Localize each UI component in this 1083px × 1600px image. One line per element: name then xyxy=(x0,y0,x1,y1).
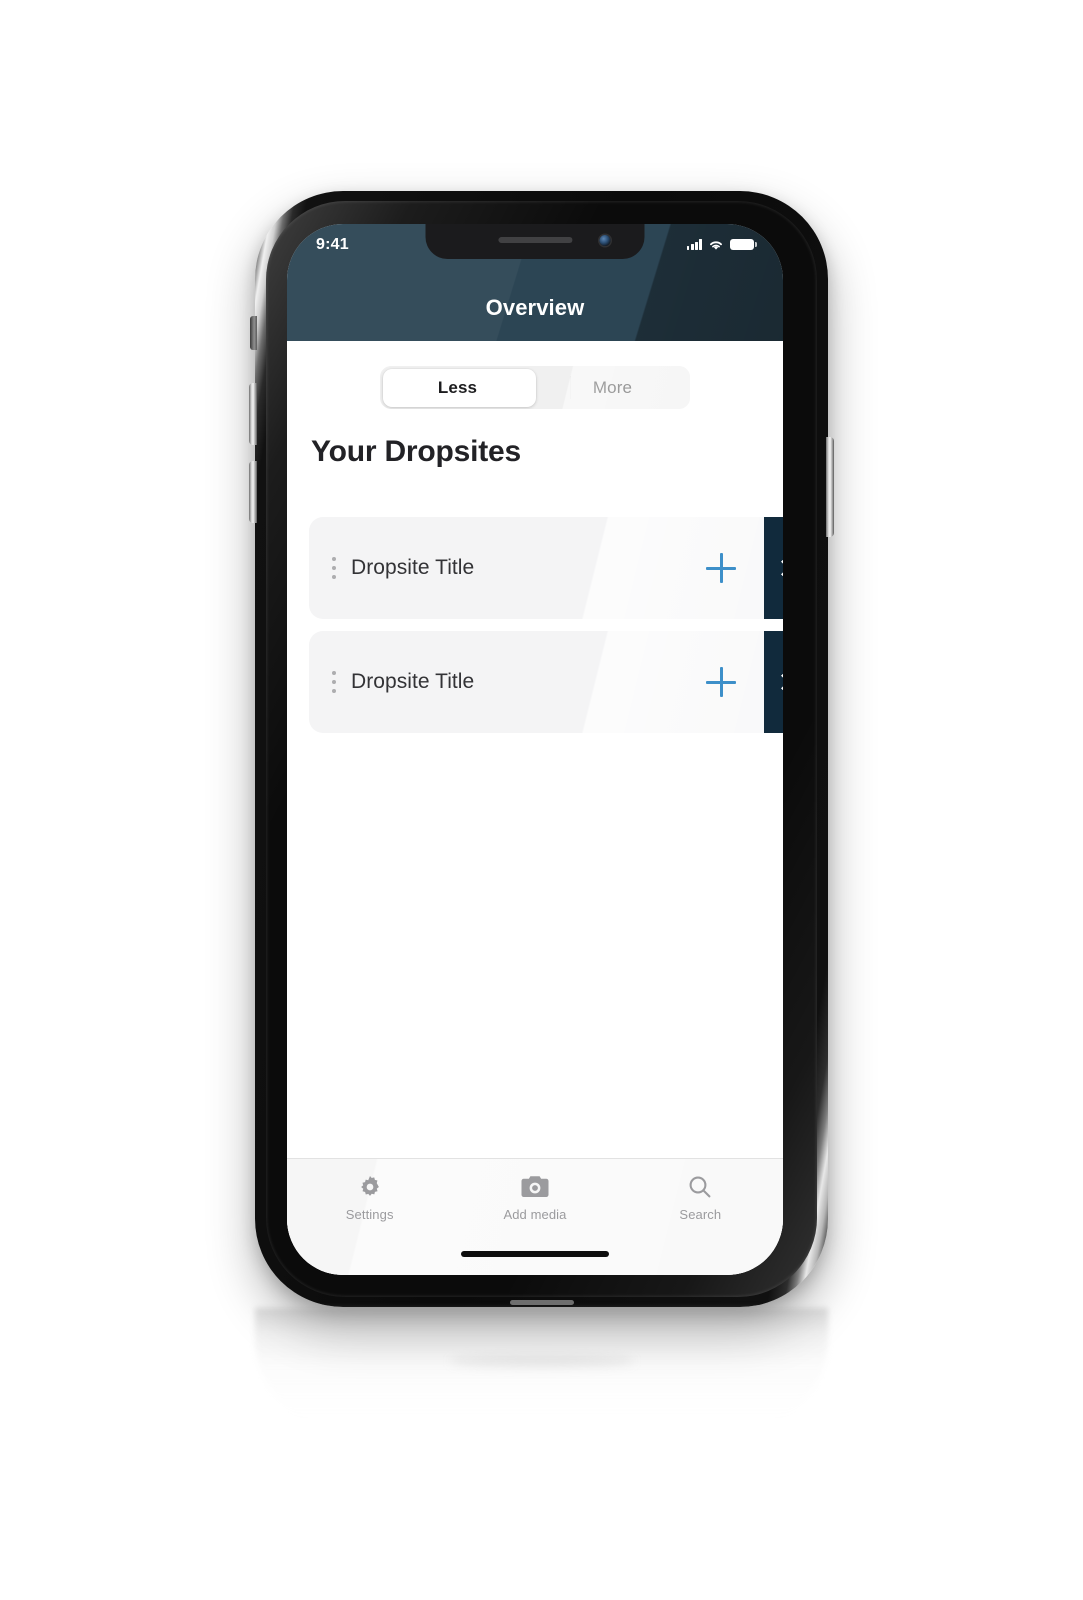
power-button[interactable] xyxy=(826,437,834,537)
phone-notch xyxy=(425,224,645,259)
status-bar-time: 9:41 xyxy=(316,235,349,253)
camera-icon xyxy=(521,1176,549,1197)
bottom-speaker-grille xyxy=(509,1300,574,1305)
phone-screen: 9:41 Overview Less More Your Dropsites D… xyxy=(287,224,783,1275)
drag-handle-dots-icon[interactable] xyxy=(317,670,351,694)
dropsite-open-button[interactable] xyxy=(764,517,783,619)
plus-icon[interactable] xyxy=(706,553,736,583)
search-icon xyxy=(689,1176,711,1198)
tab-label: Settings xyxy=(345,1207,394,1222)
tab-label: Search xyxy=(679,1207,722,1222)
status-bar-icons xyxy=(686,238,757,251)
dropsite-title: Dropsite Title xyxy=(351,556,475,579)
phone-mockup-scene: 9:41 Overview Less More Your Dropsites D… xyxy=(0,0,1083,1600)
gear-icon xyxy=(360,1175,379,1196)
reflection-smudge xyxy=(449,1355,634,1367)
section-heading: Your Dropsites xyxy=(311,435,522,468)
dropsite-list: Dropsite Title Dropsite Title xyxy=(309,517,783,745)
silent-switch-button[interactable] xyxy=(250,316,257,350)
battery-full-icon xyxy=(730,238,757,251)
earpiece-speaker xyxy=(498,237,572,243)
chevron-right-icon xyxy=(774,673,783,691)
tab-label: Add media xyxy=(503,1207,567,1222)
volume-up-button[interactable] xyxy=(249,383,257,445)
segment-less[interactable]: Less xyxy=(380,366,535,409)
front-camera-icon xyxy=(599,235,611,246)
tab-add-media[interactable]: Add media xyxy=(452,1174,617,1222)
tab-search[interactable]: Search xyxy=(618,1174,783,1222)
home-indicator[interactable] xyxy=(461,1251,609,1257)
plus-icon[interactable] xyxy=(706,667,736,697)
tab-settings[interactable]: Settings xyxy=(287,1174,452,1222)
volume-down-button[interactable] xyxy=(249,461,257,523)
segmented-control[interactable]: Less More xyxy=(380,366,690,409)
app-body: Less More Your Dropsites Dropsite Title xyxy=(287,341,783,1275)
list-item[interactable]: Dropsite Title xyxy=(309,517,783,619)
page-title: Overview xyxy=(485,295,585,320)
wifi-icon xyxy=(710,241,722,250)
phone-reflection xyxy=(255,1308,828,1428)
dropsite-open-button[interactable] xyxy=(764,631,783,733)
bottom-tab-bar: Settings Add media Search xyxy=(287,1158,783,1275)
cellular-bars-icon xyxy=(686,239,702,250)
list-item[interactable]: Dropsite Title xyxy=(309,631,783,733)
segment-more[interactable]: More xyxy=(535,366,690,409)
drag-handle-dots-icon[interactable] xyxy=(317,556,351,580)
app-header: 9:41 Overview xyxy=(287,224,783,341)
chevron-right-icon xyxy=(774,559,783,577)
dropsite-title: Dropsite Title xyxy=(351,670,475,693)
tab-bar-items: Settings Add media Search xyxy=(287,1159,783,1237)
dropsite-row-card[interactable]: Dropsite Title xyxy=(309,631,764,733)
dropsite-row-card[interactable]: Dropsite Title xyxy=(309,517,764,619)
